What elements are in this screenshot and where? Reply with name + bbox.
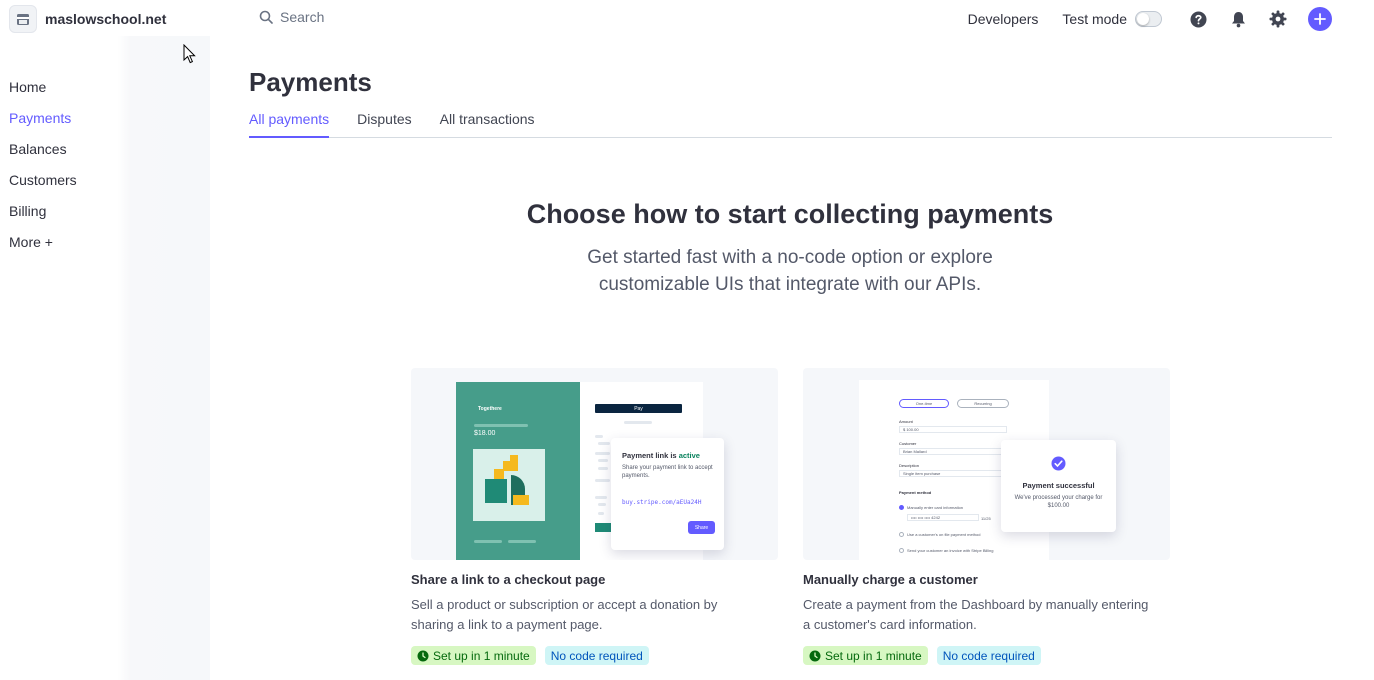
card-badges: Set up in 1 minute No code required <box>803 646 1171 665</box>
store-icon <box>9 5 37 33</box>
checkout-preview-panel: Togethere $18.00 <box>456 382 580 560</box>
manual-charge-illustration: One-time Recurring Amount $ 100.00 Custo… <box>803 368 1170 560</box>
mouse-cursor-icon <box>183 44 196 64</box>
test-mode-control[interactable]: Test mode <box>1062 11 1162 27</box>
search-icon <box>259 10 273 24</box>
setup-time-badge: Set up in 1 minute <box>411 646 536 665</box>
card-title: Manually charge a customer <box>803 572 978 587</box>
tab-all-transactions[interactable]: All transactions <box>440 111 535 138</box>
customer-label: Customer <box>899 441 917 446</box>
one-time-pill: One-time <box>899 399 949 408</box>
sidebar-item-home[interactable]: Home <box>9 78 77 109</box>
manual-entry-radio <box>899 505 904 510</box>
tab-all-payments[interactable]: All payments <box>249 111 330 138</box>
popup-text: Share your payment link to accept paymen… <box>622 465 713 479</box>
popup-status: active <box>678 451 700 460</box>
sidebar-nav: Home Payments Balances Customers Billing… <box>9 78 77 264</box>
manual-charge-card[interactable]: One-time Recurring Amount $ 100.00 Custo… <box>803 368 1171 665</box>
settings-gear-icon[interactable] <box>1268 9 1288 29</box>
hero-subtitle: Get started fast with a no-code option o… <box>587 247 993 295</box>
topbar-actions: Developers Test mode <box>968 6 1332 32</box>
on-file-label: Use a customer's on file payment method <box>907 532 981 537</box>
invoice-radio <box>899 548 904 553</box>
page-title: Payments <box>249 67 372 97</box>
sidebar-item-balances[interactable]: Balances <box>9 140 77 171</box>
card-description: Create a payment from the Dashboard by m… <box>803 597 1149 632</box>
checkmark-icon <box>1051 456 1066 471</box>
card-description: Sell a product or subscription or accept… <box>411 597 718 632</box>
payment-successful-popup: Payment successful We've processed your … <box>1001 440 1116 532</box>
brand-logo: Togethere <box>478 406 502 412</box>
test-mode-toggle[interactable] <box>1135 11 1162 27</box>
account-name: maslowschool.net <box>45 11 167 27</box>
payment-link-popup: Payment link is active Share your paymen… <box>611 438 724 550</box>
search-bar[interactable]: Search <box>259 9 324 25</box>
product-graphic <box>473 449 545 521</box>
description-field: Single item purchase <box>899 470 1007 477</box>
payments-tabs: All payments Disputes All transactions <box>249 111 1332 138</box>
account-switcher[interactable]: maslowschool.net <box>9 5 166 33</box>
setup-time-label: Set up in 1 minute <box>433 648 530 663</box>
payment-link-heading: Payment link is active <box>622 451 700 460</box>
preview-price: $18.00 <box>474 430 496 437</box>
setup-time-label: Set up in 1 minute <box>825 648 922 663</box>
payment-method-label: Payment method <box>899 490 932 495</box>
tab-disputes[interactable]: Disputes <box>357 111 411 138</box>
create-new-button[interactable] <box>1308 7 1332 31</box>
setup-time-badge: Set up in 1 minute <box>803 646 928 665</box>
help-icon[interactable] <box>1188 9 1208 29</box>
payment-link-url: buy.stripe.com/aEUa24H <box>622 499 702 506</box>
payments-page: maslowschool.net Search Developers Test … <box>0 0 1374 680</box>
checkout-page-illustration: Togethere $18.00 Pay Payment link is act… <box>411 368 778 560</box>
checkout-link-card[interactable]: Togethere $18.00 Pay Payment link is act… <box>411 368 779 665</box>
description-label: Description <box>899 463 920 468</box>
sidebar-item-payments[interactable]: Payments <box>9 109 77 140</box>
customer-field: Brian Mallard <box>899 448 1007 455</box>
amount-field: $ 100.00 <box>899 426 1007 433</box>
card-expiry: 11/25 <box>981 516 991 521</box>
card-badges: Set up in 1 minute No code required <box>411 646 779 665</box>
apple-pay-button: Pay <box>595 404 682 413</box>
developers-link[interactable]: Developers <box>968 11 1039 27</box>
card-number-field: •••• •••• •••• 4242 <box>907 514 979 521</box>
amount-label: Amount <box>899 419 913 424</box>
test-mode-label: Test mode <box>1062 11 1127 27</box>
on-file-radio <box>899 532 904 537</box>
payment-success-title: Payment successful <box>1022 481 1095 490</box>
popup-title: Payment link is <box>622 451 677 460</box>
sidebar-item-more[interactable]: More + <box>9 233 77 264</box>
no-code-badge: No code required <box>936 646 1041 665</box>
sidebar-item-customers[interactable]: Customers <box>9 171 77 202</box>
search-input[interactable]: Search <box>280 9 324 25</box>
plus-icon <box>1314 13 1326 25</box>
invoice-label: Send your customer an invoice with Strip… <box>907 548 994 553</box>
notifications-bell-icon[interactable] <box>1228 9 1248 29</box>
clock-icon <box>417 650 429 661</box>
payment-success-text: We've processed your charge for $100.00 <box>1014 495 1103 509</box>
no-code-badge: No code required <box>544 646 649 665</box>
share-button: Share <box>688 521 715 534</box>
manual-entry-label: Manually enter card information <box>907 505 964 510</box>
clock-icon <box>809 650 821 661</box>
card-title: Share a link to a checkout page <box>411 572 606 587</box>
hero-title: Choose how to start collecting payments <box>526 199 1054 229</box>
recurring-pill: Recurring <box>957 399 1009 408</box>
